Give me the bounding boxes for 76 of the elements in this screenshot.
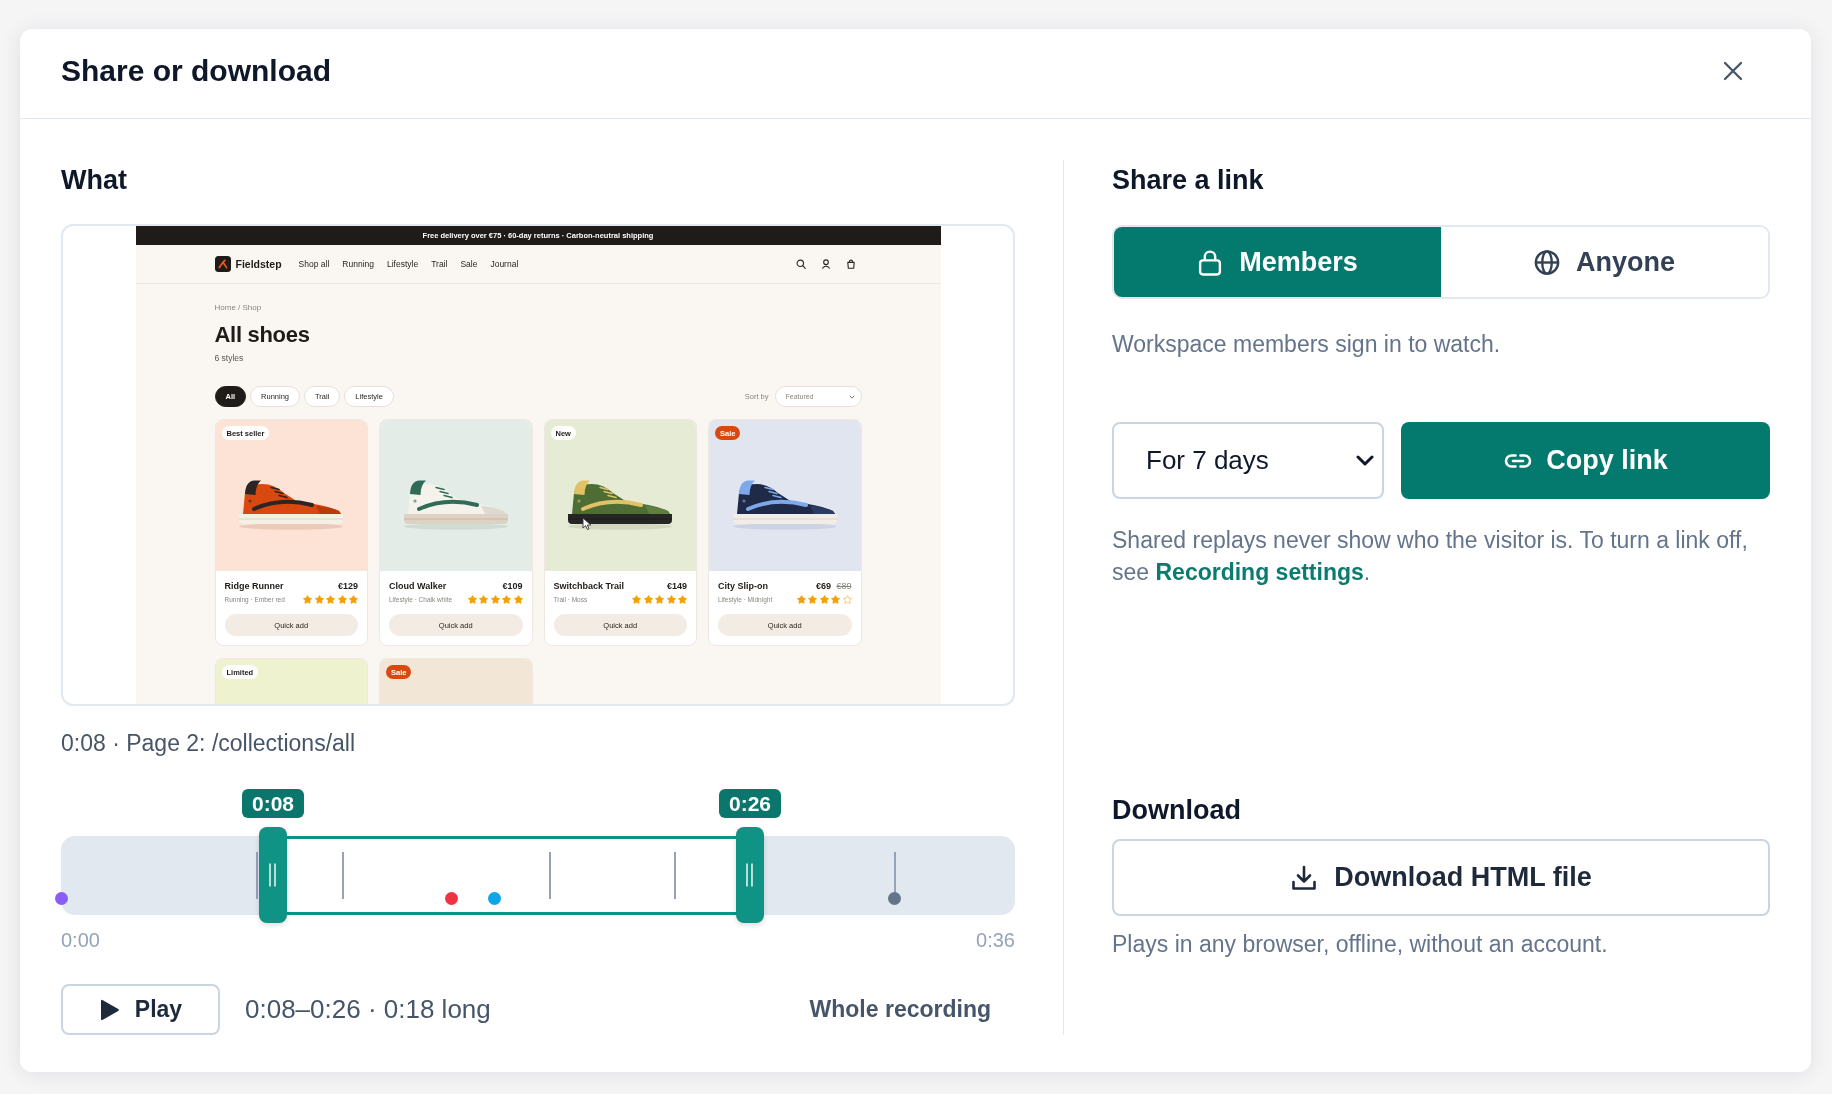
breadcrumb: Home / Shop [214,303,263,313]
play-icon [98,997,120,1022]
grip-icon [269,863,277,887]
star-icon [842,594,852,604]
time-label: 0:36 [976,928,1015,952]
star-icon [678,594,687,604]
star-icon [643,594,653,604]
download-icon [1290,863,1319,892]
time-label: 0:00 [61,928,100,952]
close-icon [1723,60,1743,81]
star-icon [349,594,358,604]
nav-link[interactable]: Shop all [298,259,330,269]
privacy-note: Shared replays never show who the visitor is. To turn a link off, see Recording settings. [1112,526,1749,587]
product-name: Ridge Runner [224,580,284,592]
download-button[interactable]: Download HTML file [1112,839,1770,916]
page-title: All shoes [214,322,311,348]
star-icon [831,594,840,604]
star-icon [490,594,500,604]
nav-link[interactable]: Sale [460,259,478,269]
chevron-icon [848,394,855,399]
nav-link[interactable]: Journal [490,259,519,269]
nav-link[interactable]: Running [342,259,374,269]
logo-icon [214,256,231,272]
product-price: €69 [815,581,831,591]
section-heading: Share a link [1112,164,1265,197]
product-price: €129 [337,581,358,591]
shopping-bag-icon[interactable] [845,259,856,269]
chevron-icon [1356,455,1374,466]
product-name: City Slip-on [718,580,768,592]
star-icon [819,594,829,604]
cursor-icon [581,517,592,531]
star-icon [314,594,324,604]
star-icon [796,594,806,604]
star-icon [326,594,335,604]
section-heading: What [61,164,128,197]
star-icon [632,594,641,604]
star-icon [303,594,312,604]
copy-link-button[interactable]: Copy link [1401,422,1770,499]
style-count: 6 styles [214,352,245,364]
star-icon [513,594,523,604]
whole-recording-button[interactable]: Whole recording [785,984,1015,1035]
time-bubble: 0:08 [241,789,304,818]
star-icon [502,594,511,604]
lock-icon [1197,248,1224,276]
star-icon [666,594,676,604]
user-icon[interactable] [820,259,831,269]
recording-settings-link[interactable]: Recording settings [1155,559,1364,585]
product-price: €149 [666,581,687,591]
download-description: Plays in any browser, offline, without an account. [1112,930,1609,959]
product-name: Switchback Trail [553,580,625,592]
access-option[interactable]: Members [1114,227,1441,297]
brand-name: Fieldstep [235,258,282,270]
product-name: Cloud Walker [389,580,447,592]
link-icon [1503,451,1534,470]
frame-caption: 0:08 · Page 2: /collections/all [61,729,357,757]
globe-icon [1534,248,1560,276]
star-icon [337,594,347,604]
product-price: €109 [502,581,523,591]
dialog-title: Share or download [61,52,332,89]
access-description: Workspace members sign in to watch. [1112,330,1502,359]
nav-link[interactable]: Lifestyle [387,259,419,269]
star-icon [655,594,664,604]
duration-dropdown[interactable]: For 7 days [1112,422,1384,499]
star-icon [479,594,488,604]
section-heading: Download [1112,794,1242,827]
trim-handle[interactable] [258,827,287,923]
grip-icon [746,863,754,887]
range-summary: 0:08–0:26 · 0:18 long [245,994,491,1025]
time-bubble: 0:26 [718,789,781,818]
star-icon [467,594,477,604]
trim-handle[interactable] [735,827,764,923]
search-icon[interactable] [795,259,806,269]
nav-link[interactable]: Trail [431,259,448,269]
old-price: €89 [836,581,852,591]
star-icon [808,594,817,604]
play-button[interactable]: Play [61,984,220,1035]
